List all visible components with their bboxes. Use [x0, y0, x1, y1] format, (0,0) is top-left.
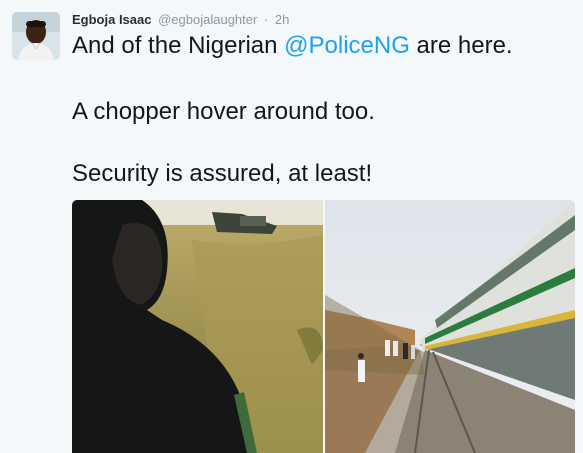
mention-link[interactable]: @PoliceNG [284, 32, 410, 59]
tweet-text-line-2: A chopper hover around too. [72, 98, 375, 125]
photo-1[interactable] [72, 200, 323, 453]
tweet-text-line-3: Security is assured, at least! [72, 160, 373, 187]
police-officer-field-photo-icon [72, 200, 323, 453]
tweet-media [72, 200, 575, 453]
tweet-timestamp[interactable]: 2h [275, 12, 289, 27]
user-avatar[interactable] [12, 12, 60, 60]
tweet-header: Egboja Isaac @egbojalaughter · 2h [72, 11, 289, 29]
tweet-text-line-1: And of the Nigerian @PoliceNG are here. [72, 32, 513, 60]
author-handle[interactable]: @egbojalaughter [158, 12, 257, 27]
text-segment: are here. [409, 32, 513, 59]
author-name[interactable]: Egboja Isaac [72, 12, 151, 27]
text-segment: And of the Nigerian [72, 32, 285, 59]
tweet: Egboja Isaac @egbojalaughter · 2h And of… [0, 0, 583, 453]
avatar-image [12, 12, 60, 60]
separator-dot: · [263, 12, 269, 27]
train-on-tracks-photo-icon [325, 200, 575, 453]
photo-2[interactable] [325, 200, 575, 453]
